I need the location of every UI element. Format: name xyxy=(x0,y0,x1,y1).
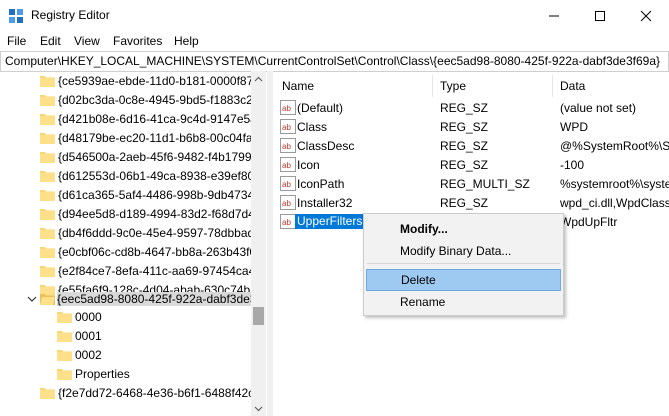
value-row[interactable]: ab Class REG_SZ WPD xyxy=(274,117,669,136)
folder-icon xyxy=(40,76,55,87)
tree-item[interactable]: {d546500a-2aeb-45f6-9482-f4b1799c3 xyxy=(0,148,252,166)
tree-item[interactable]: {d61ca365-5af4-4486-998b-9db4734c6 xyxy=(0,186,252,204)
tree-child-item[interactable]: 0002 xyxy=(0,346,252,364)
context-menu-delete[interactable]: Delete xyxy=(366,269,561,291)
selected-key-label: {eec5ad98-8080-425f-922a-dabf3de3f xyxy=(57,292,251,306)
string-value-icon: ab xyxy=(280,214,296,229)
folder-icon xyxy=(57,369,72,380)
maximize-button[interactable] xyxy=(577,0,623,31)
key-tree[interactable]: {ce5939ae-ebde-11d0-b181-0000f8753 {d02b… xyxy=(0,71,266,416)
tree-child-item[interactable]: 0000 xyxy=(0,308,252,326)
registry-editor-icon xyxy=(9,9,23,23)
menu-bar: File Edit View Favorites Help xyxy=(0,31,669,51)
folder-icon xyxy=(57,312,72,323)
folder-icon xyxy=(40,209,55,220)
chevron-up-icon xyxy=(254,76,263,81)
minimize-button[interactable] xyxy=(531,0,577,31)
string-value-icon: ab xyxy=(280,157,296,172)
svg-text:ab: ab xyxy=(282,142,291,151)
tree-scrollbar[interactable] xyxy=(251,71,266,416)
value-row[interactable]: ab Icon REG_SZ -100 xyxy=(274,155,669,174)
context-menu-modify-binary[interactable]: Modify Binary Data... xyxy=(366,240,561,262)
tree-item[interactable]: {d421b08e-6d16-41ca-9c4d-9147e5ac9 xyxy=(0,110,252,128)
svg-text:ab: ab xyxy=(282,199,291,208)
folder-icon xyxy=(40,95,55,106)
column-header-data[interactable]: Data xyxy=(560,79,585,93)
folder-icon xyxy=(40,266,55,277)
folder-open-icon xyxy=(40,294,55,305)
folder-icon xyxy=(40,171,55,182)
folder-icon xyxy=(57,350,72,361)
tree-item-selected[interactable]: {eec5ad98-8080-425f-922a-dabf3de3f xyxy=(0,290,252,308)
column-divider[interactable] xyxy=(432,75,433,97)
menu-separator xyxy=(367,263,560,264)
svg-text:ab: ab xyxy=(282,161,291,170)
tree-item[interactable]: {d48179be-ec20-11d1-b6b8-00c04fa37 xyxy=(0,129,252,147)
folder-icon xyxy=(40,152,55,163)
string-value-icon: ab xyxy=(280,119,296,134)
context-menu: Modify... Modify Binary Data... Delete R… xyxy=(363,213,564,316)
context-menu-modify[interactable]: Modify... xyxy=(366,218,561,240)
address-path: Computer\HKEY_LOCAL_MACHINE\SYSTEM\Curre… xyxy=(5,54,661,68)
column-header-name[interactable]: Name xyxy=(282,79,314,93)
string-value-icon: ab xyxy=(280,138,296,153)
svg-text:ab: ab xyxy=(282,104,291,113)
string-value-icon: ab xyxy=(280,195,296,210)
value-row[interactable]: ab IconPath REG_MULTI_SZ %systemroot%\sy… xyxy=(274,174,669,193)
string-value-icon: ab xyxy=(280,100,296,115)
context-menu-rename[interactable]: Rename xyxy=(366,291,561,313)
menu-file[interactable]: File xyxy=(7,34,26,48)
tree-child-item[interactable]: 0001 xyxy=(0,327,252,345)
folder-icon xyxy=(40,228,55,239)
close-icon xyxy=(640,10,652,21)
tree-item[interactable]: {d02bc3da-0c8e-4945-9bd5-f1883c226 xyxy=(0,91,252,109)
scroll-down-button[interactable] xyxy=(251,401,266,416)
tree-item[interactable]: {e0cbf06c-cd8b-4647-bb8a-263b43f0f xyxy=(0,243,252,261)
svg-text:ab: ab xyxy=(282,123,291,132)
folder-icon xyxy=(40,190,55,201)
title-bar: Registry Editor xyxy=(0,0,669,31)
chevron-down-icon xyxy=(254,406,263,411)
tree-item[interactable]: {d94ee5d8-d189-4994-83d2-f68d7d41b xyxy=(0,205,252,223)
string-value-icon: ab xyxy=(280,176,296,191)
menu-view[interactable]: View xyxy=(74,34,100,48)
column-divider[interactable] xyxy=(552,75,553,97)
value-row[interactable]: ab (Default) REG_SZ (value not set) xyxy=(274,98,669,117)
chevron-down-icon[interactable] xyxy=(27,294,37,304)
svg-text:ab: ab xyxy=(282,180,291,189)
folder-icon xyxy=(40,133,55,144)
menu-help[interactable]: Help xyxy=(174,34,199,48)
pane-splitter[interactable] xyxy=(267,71,273,416)
tree-child-item[interactable]: Properties xyxy=(0,365,252,383)
folder-icon xyxy=(40,114,55,125)
address-bar[interactable]: Computer\HKEY_LOCAL_MACHINE\SYSTEM\Curre… xyxy=(0,51,669,72)
menu-edit[interactable]: Edit xyxy=(40,34,61,48)
tree-item[interactable]: {ce5939ae-ebde-11d0-b181-0000f8753 xyxy=(0,72,252,90)
minimize-icon xyxy=(549,15,559,16)
scrollbar-thumb[interactable] xyxy=(253,307,264,325)
column-header-type[interactable]: Type xyxy=(440,79,466,93)
tree-item[interactable]: {f2e7dd72-6468-4e36-b6f1-6488f42c1 xyxy=(0,384,252,402)
scroll-up-button[interactable] xyxy=(251,71,266,86)
tree-item[interactable]: {db4f6ddd-9c0e-45e4-9597-78dbbad0f xyxy=(0,224,252,242)
tree-item[interactable]: {e2f84ce7-8efa-411c-aa69-97454ca4c xyxy=(0,262,252,280)
folder-icon xyxy=(57,331,72,342)
tree-item[interactable]: {d612553d-06b1-49ca-8938-e39ef80eb xyxy=(0,167,252,185)
close-button[interactable] xyxy=(623,0,669,31)
svg-text:ab: ab xyxy=(282,218,291,227)
folder-icon xyxy=(40,388,55,399)
window-title: Registry Editor xyxy=(31,8,110,22)
menu-favorites[interactable]: Favorites xyxy=(113,34,162,48)
value-row[interactable]: ab Installer32 REG_SZ wpd_ci.dll,WpdClas… xyxy=(274,193,669,212)
value-row[interactable]: ab ClassDesc REG_SZ @%SystemRoot%\Sy xyxy=(274,136,669,155)
maximize-icon xyxy=(595,10,605,21)
folder-icon xyxy=(40,247,55,258)
